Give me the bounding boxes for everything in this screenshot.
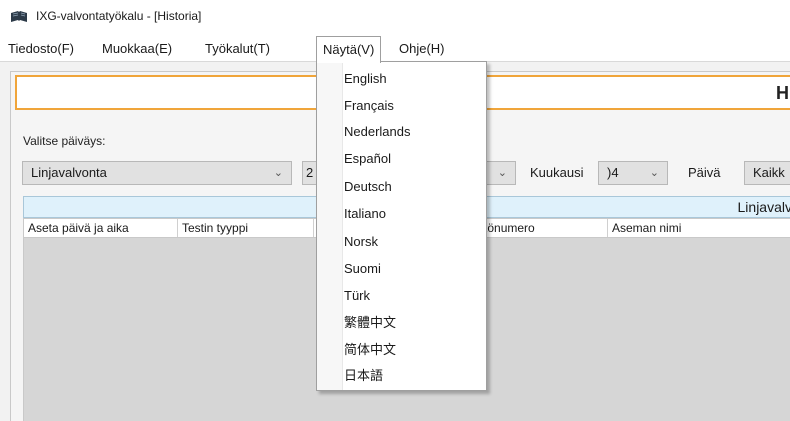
category-select-value: Linjavalvonta [31,165,107,180]
language-item-english[interactable]: English [344,66,486,92]
partial-select-value: 2 [306,165,314,180]
menu-tools[interactable]: Työkalut(T) [199,36,276,62]
chevron-down-icon: ⌄ [497,167,507,179]
language-item-german[interactable]: Deutsch [344,174,486,200]
day-select[interactable]: Kaikk [744,161,790,185]
menu-file[interactable]: Tiedosto(F) [2,36,80,62]
language-item-spanish[interactable]: Español [344,146,486,172]
language-item-italian[interactable]: Italiano [344,201,486,227]
table-group-title: Linjavalv [737,199,790,215]
page-title: Hi [776,83,790,103]
day-select-value: Kaikk [753,165,785,180]
chevron-down-icon: ⌄ [649,167,659,179]
chevron-down-icon: ⌄ [273,167,283,179]
day-label: Päivä [688,165,721,180]
category-select[interactable]: Linjavalvonta ⌄ [22,161,292,185]
language-item-japanese[interactable]: 日本語 [344,363,486,389]
language-item-traditional-chinese[interactable]: 繁體中文 [344,310,486,336]
language-item-dutch[interactable]: Nederlands [344,119,486,145]
menu-help[interactable]: Ohje(H) [393,36,451,62]
date-select-label: Valitse päiväys: [23,134,106,148]
language-item-simplified-chinese[interactable]: 简体中文 [344,337,486,363]
language-item-finnish[interactable]: Suomi [344,256,486,282]
column-header-station-name[interactable]: Aseman nimi [608,219,790,237]
column-header-datetime[interactable]: Aseta päivä ja aika [24,219,178,237]
month-select-value: )4 [607,165,619,180]
language-menu: English Français Nederlands Español Deut… [316,61,487,391]
app-book-icon [11,11,27,22]
menu-bar: Tiedosto(F) Muokkaa(E) Työkalut(T) Näytä… [0,36,790,63]
language-item-turkish[interactable]: Türk [344,283,486,309]
month-label: Kuukausi [530,165,584,180]
column-header-test-type[interactable]: Testin tyyppi [178,219,314,237]
month-select[interactable]: )4 ⌄ [598,161,668,185]
menu-edit[interactable]: Muokkaa(E) [96,36,178,62]
window-title: IXG-valvontatyökalu - [Historia] [36,9,202,23]
menu-view[interactable]: Näytä(V) [316,36,382,63]
language-item-norwegian[interactable]: Norsk [344,229,486,255]
menu-icon-gutter [317,62,343,390]
title-bar: IXG-valvontatyökalu - [Historia] [0,0,790,34]
language-item-french[interactable]: Français [344,93,486,119]
